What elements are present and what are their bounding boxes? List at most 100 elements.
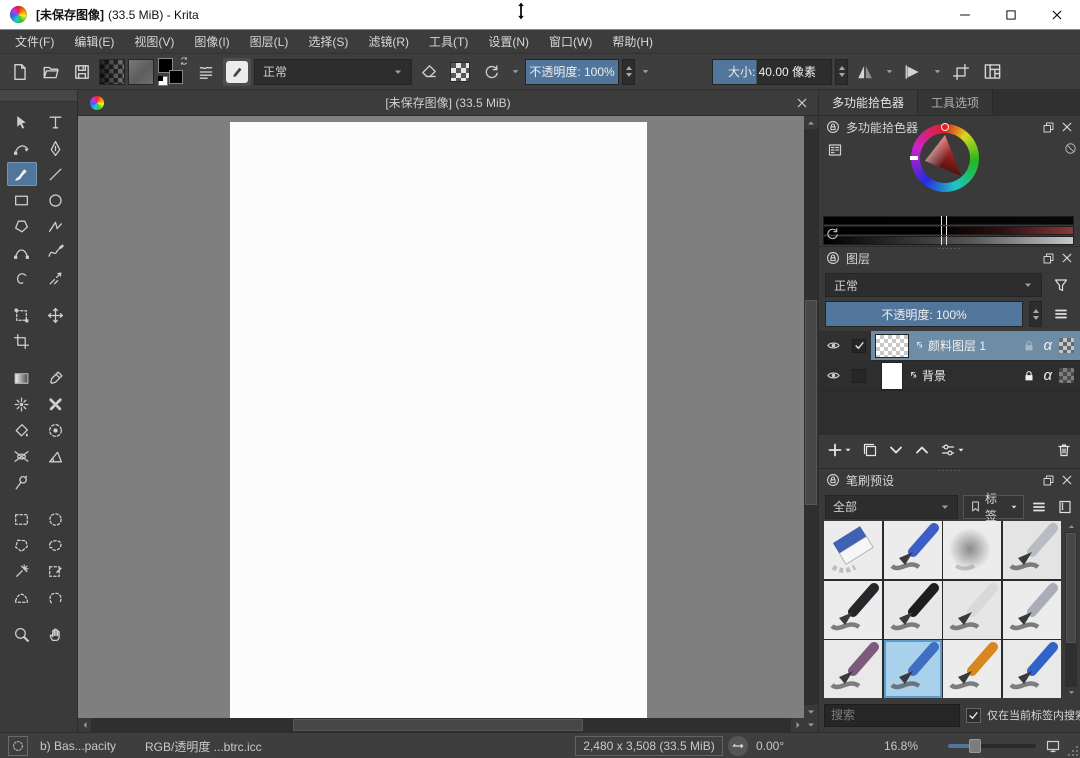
color-bar-hue[interactable]	[823, 216, 1074, 225]
menu-item-2[interactable]: 视图(V)	[124, 30, 184, 53]
menu-item-10[interactable]: 帮助(H)	[602, 30, 663, 53]
brush-view-options-button[interactable]	[1055, 495, 1076, 519]
move-tool[interactable]	[41, 303, 71, 327]
brush-preset-magic-pencil-blue[interactable]	[1003, 640, 1061, 698]
choose-brush-preset-button[interactable]	[192, 58, 220, 86]
layer-thumbnail[interactable]	[881, 362, 903, 390]
smart-patch-tool[interactable]	[41, 392, 71, 416]
menu-item-7[interactable]: 工具(T)	[419, 30, 478, 53]
close-docker-icon[interactable]	[1061, 252, 1073, 264]
layer-inherit-alpha[interactable]	[1059, 338, 1074, 353]
document-page[interactable]	[230, 122, 647, 718]
docker-drag-handle[interactable]: ······	[938, 246, 962, 250]
reload-preset-dropdown[interactable]	[508, 58, 522, 86]
gradient-tool[interactable]	[7, 366, 37, 390]
fill-tool[interactable]	[7, 418, 37, 442]
color-bar-marker[interactable]	[941, 236, 947, 245]
layer-inherit-alpha[interactable]	[1059, 368, 1074, 383]
swap-colors-icon[interactable]	[179, 56, 189, 66]
freehand-select-tool[interactable]	[41, 533, 71, 557]
freehand-path-tool[interactable]	[41, 240, 71, 264]
ellipse-tool[interactable]	[41, 188, 71, 212]
measure-tool[interactable]	[41, 444, 71, 468]
tab-advanced-color-selector[interactable]: 多功能拾色器	[819, 90, 918, 115]
ellipse-select-tool[interactable]	[41, 507, 71, 531]
brush-preset-ink-ballpen[interactable]	[1003, 521, 1061, 579]
horizontal-scrollbar[interactable]	[78, 718, 804, 732]
move-layer-down-button[interactable]	[888, 442, 904, 458]
layer-thumbnail[interactable]	[875, 334, 909, 358]
enclose-fill-tool[interactable]	[41, 418, 71, 442]
polygon-tool[interactable]	[7, 214, 37, 238]
scroll-down-icon[interactable]	[1065, 687, 1077, 698]
resize-grip[interactable]	[1067, 745, 1079, 757]
blend-mode-dropdown[interactable]: 正常	[254, 59, 412, 85]
layer-opacity-spinner[interactable]	[1029, 301, 1042, 327]
float-docker-icon[interactable]	[1042, 121, 1055, 134]
trim-to-image-button[interactable]	[947, 58, 975, 86]
line-tool[interactable]	[41, 162, 71, 186]
rectangle-tool[interactable]	[7, 188, 37, 212]
bezier-curve-tool[interactable]	[7, 240, 37, 264]
menu-item-6[interactable]: 滤镜(R)	[358, 30, 419, 53]
hue-marker[interactable]	[941, 123, 949, 131]
magnetic-select-tool[interactable]	[41, 585, 71, 609]
maximize-button[interactable]	[988, 0, 1034, 29]
rect-select-tool[interactable]	[7, 507, 37, 531]
tab-tool-options[interactable]: 工具选项	[918, 90, 993, 115]
save-button[interactable]	[68, 58, 96, 86]
foreground-background-colors[interactable]	[157, 58, 189, 86]
brush-preset-detail-brush-orange[interactable]	[943, 640, 1001, 698]
open-document-button[interactable]	[37, 58, 65, 86]
fit-to-screen-button[interactable]	[1042, 735, 1064, 757]
freehand-brush-tool[interactable]	[7, 162, 37, 186]
mirror-horizontal-button[interactable]	[851, 58, 879, 86]
menu-item-9[interactable]: 窗口(W)	[539, 30, 602, 53]
layer-alpha-lock[interactable]: α	[1043, 367, 1052, 384]
opacity-slider[interactable]: 不透明度: 100%	[525, 59, 619, 85]
zoom-slider[interactable]	[948, 733, 1036, 758]
menu-item-1[interactable]: 编辑(E)	[64, 30, 124, 53]
contiguous-select-tool[interactable]	[7, 559, 37, 583]
reference-images-tool[interactable]	[7, 470, 37, 494]
polygon-select-tool[interactable]	[7, 533, 37, 557]
transform-tool[interactable]	[7, 303, 37, 327]
document-tab[interactable]: [未保存图像] (33.5 MiB)	[78, 90, 818, 116]
reload-preset-button[interactable]	[477, 58, 505, 86]
bezier-select-tool[interactable]	[7, 585, 37, 609]
new-document-button[interactable]	[6, 58, 34, 86]
tag-button[interactable]: 标签	[963, 495, 1024, 519]
canvas-viewport[interactable]	[78, 116, 804, 718]
move-layer-up-button[interactable]	[914, 442, 930, 458]
horizontal-scroll-thumb[interactable]	[293, 719, 583, 731]
reset-colors-icon[interactable]	[158, 76, 168, 86]
float-docker-icon[interactable]	[1042, 474, 1055, 487]
mirror-vertical-button[interactable]	[899, 58, 927, 86]
edit-shapes-tool[interactable]	[7, 136, 37, 160]
layer-visibility-toggle[interactable]	[819, 361, 847, 391]
toolbox-drag-handle[interactable]	[0, 90, 77, 102]
dynamic-brush-tool[interactable]	[7, 266, 37, 290]
brush-search-input[interactable]	[824, 704, 960, 727]
mirror-vertical-dropdown[interactable]	[930, 58, 944, 86]
menu-item-8[interactable]: 设置(N)	[478, 30, 539, 53]
brush-preset-airbrush-soft[interactable]	[943, 521, 1001, 579]
vertical-scroll-thumb[interactable]	[805, 300, 817, 505]
close-docker-icon[interactable]	[1061, 121, 1073, 133]
layer-filter-button[interactable]	[1048, 273, 1074, 297]
mirror-horizontal-dropdown[interactable]	[882, 58, 896, 86]
menu-item-0[interactable]: 文件(F)	[5, 30, 64, 53]
refresh-colors-icon[interactable]	[825, 226, 840, 241]
layer-alpha-lock[interactable]: α	[1043, 337, 1052, 354]
zoom-tool[interactable]	[7, 622, 37, 646]
color-selector-settings-button[interactable]	[827, 142, 843, 158]
layer-visibility-toggle[interactable]	[819, 331, 847, 361]
layer-name[interactable]: 背景	[922, 367, 1022, 384]
opacity-dropdown[interactable]	[638, 58, 652, 86]
duplicate-layer-button[interactable]	[862, 442, 878, 458]
layer-checkbox[interactable]	[847, 361, 871, 391]
text-tool[interactable]	[41, 110, 71, 134]
background-color-swatch[interactable]	[169, 70, 183, 84]
layer-row-0[interactable]: 颜料图层 1α	[819, 331, 1080, 361]
brush-preset-marker-black[interactable]	[884, 581, 942, 639]
